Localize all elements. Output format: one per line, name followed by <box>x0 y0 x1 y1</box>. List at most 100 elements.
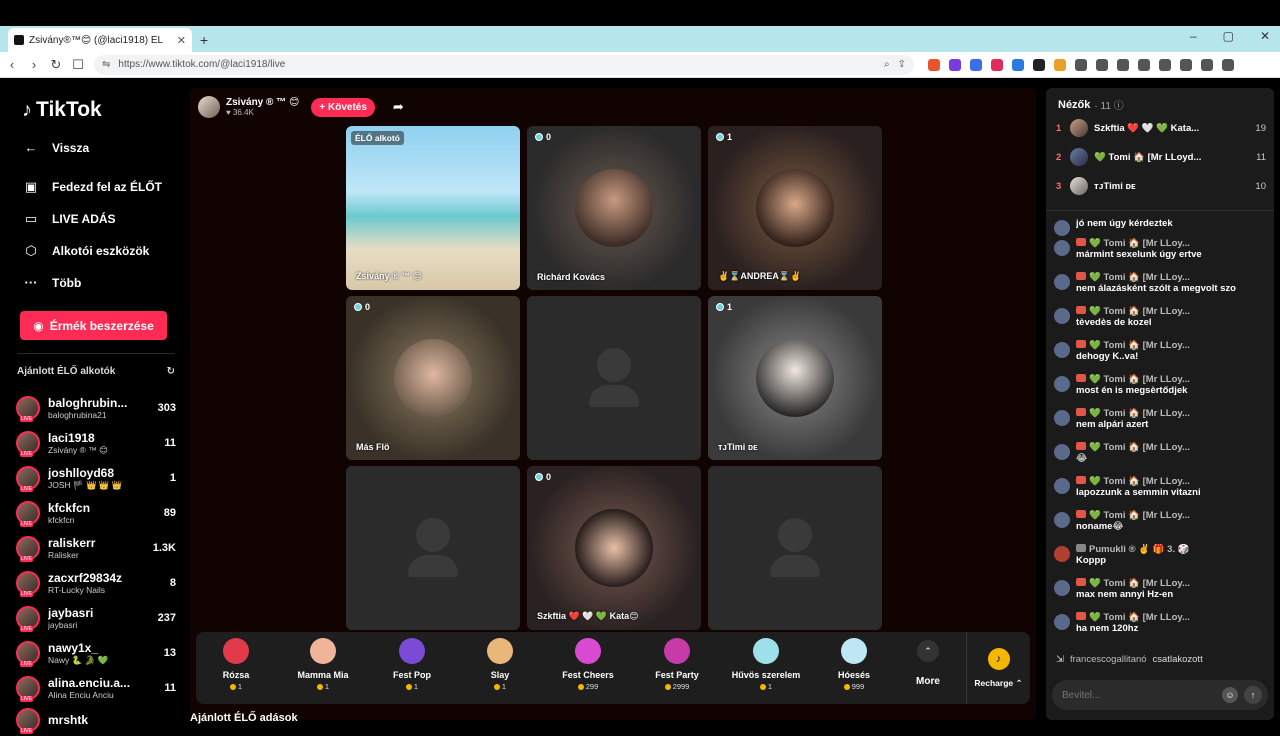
get-coins-button[interactable]: ◉ Érmék beszerzése <box>20 311 167 340</box>
extension-orange-icon[interactable] <box>1054 58 1066 71</box>
refresh-icon[interactable]: ↻ <box>167 366 175 377</box>
viewer-count[interactable]: · 11 ⓘ <box>1094 97 1123 112</box>
nav-explore-live[interactable]: ▣ Fedezd fel az ÉLŐT <box>22 179 162 195</box>
recommended-creator[interactable]: kfckfcnkfckfcn 89 <box>16 497 176 529</box>
tiktok-logo[interactable]: ♪ TikTok <box>22 98 102 122</box>
recommended-creator[interactable]: raliskerrRalisker 1.3K <box>16 532 176 564</box>
message-user[interactable]: 💚 Tomi 🏠 [Mr LLoy... <box>1076 340 1190 351</box>
recommended-creator[interactable]: mrshtk <box>16 704 176 736</box>
brave-shield-icon[interactable] <box>928 58 940 71</box>
emoji-icon[interactable]: ☺ <box>1222 687 1238 703</box>
guest-tile[interactable]: 1 ✌️⌛ANDREA⌛✌️ <box>708 126 882 290</box>
media-icon[interactable] <box>1117 58 1129 71</box>
level-badge-icon <box>1076 510 1086 518</box>
wallet-icon[interactable] <box>1159 58 1171 71</box>
gift-fest-party[interactable]: Fest Party 2999 <box>639 638 715 691</box>
message-user[interactable]: 💚 Tomi 🏠 [Mr LLoy... <box>1076 408 1190 419</box>
gift-rose[interactable]: Rózsa 1 <box>198 638 274 691</box>
guest-tile-host[interactable]: ÉLŐ alkotó Zsivány ® ™ 😊 <box>346 126 520 290</box>
recommended-creator[interactable]: laci1918Zsivány ® ™ 😊 11 <box>16 427 176 459</box>
message-user[interactable]: 💚 Tomi 🏠 [Mr LLoy... <box>1076 238 1202 249</box>
follow-button[interactable]: + Követés <box>311 97 375 117</box>
screenshot-icon[interactable] <box>1096 58 1108 71</box>
recommended-creator[interactable]: nawy1x_Nawy 🐍 🐊 💚 13 <box>16 637 176 669</box>
recommended-creator[interactable]: alina.enciu.a...Alina Enciu Anciu 11 <box>16 672 176 704</box>
maximize-button[interactable]: ▢ <box>1223 29 1234 43</box>
top-viewer[interactable]: 2 💚 Tomi 🏠 [Mr LLoyd... 11 <box>1056 147 1266 167</box>
empty-seat[interactable] <box>346 466 520 630</box>
nav-back[interactable]: ← Vissza <box>22 140 90 155</box>
recommended-creator[interactable]: zacxrf29834zRT-Lucky Nails 8 <box>16 567 176 599</box>
address-bar[interactable]: ⇋ https://www.tiktok.com/@laci1918/live … <box>94 54 914 75</box>
extensions-puzzle-icon[interactable] <box>1075 58 1087 71</box>
extension-dark-icon[interactable] <box>1033 58 1045 71</box>
message-user[interactable]: 💚 Tomi 🏠 [Mr LLoy... <box>1076 442 1190 453</box>
message-user[interactable]: 💚 Tomi 🏠 [Mr LLoy... <box>1076 476 1201 487</box>
top-viewer[interactable]: 1 Szkftia ❤️ 🤍 💚 Kata... 19 <box>1056 118 1266 138</box>
menu-icon[interactable] <box>1222 58 1234 71</box>
reload-icon[interactable]: ↻ <box>46 57 66 73</box>
close-window-button[interactable]: ✕ <box>1260 29 1270 43</box>
nav-more[interactable]: ··· Több <box>22 275 82 290</box>
message-user[interactable]: 💚 Tomi 🏠 [Mr LLoy... <box>1076 374 1190 385</box>
share-icon[interactable]: ➦ <box>393 99 404 115</box>
joined-user[interactable]: francescogallitanó <box>1070 654 1147 665</box>
avatar <box>16 676 40 702</box>
back-arrow-icon[interactable]: ‹ <box>2 57 22 72</box>
gift-hoeses[interactable]: Hóesés 999 <box>816 638 892 691</box>
guest-tile[interactable]: 0 Más Flö <box>346 296 520 460</box>
recommended-title: Ajánlott ÉLŐ alkotók <box>17 366 116 377</box>
gift-fest-cheers[interactable]: Fest Cheers 299 <box>550 638 626 691</box>
tab-close-icon[interactable]: ✕ <box>177 34 186 47</box>
avatar <box>1054 444 1070 460</box>
nav-creator-tools[interactable]: ⬡ Alkotói eszközök <box>22 243 149 259</box>
zoom-icon[interactable]: ⌕ <box>884 59 890 70</box>
divider <box>17 353 175 354</box>
message-user[interactable]: 💚 Tomi 🏠 [Mr LLoy... <box>1076 306 1190 317</box>
message-user[interactable]: 💚 Tomi 🏠 [Mr LLoy... <box>1076 272 1236 283</box>
nav-go-live[interactable]: ▭ LIVE ADÁS <box>22 211 116 227</box>
hls-extension-icon[interactable] <box>1012 58 1024 71</box>
forward-arrow-icon[interactable]: › <box>24 57 44 72</box>
message-text: Koppp <box>1076 555 1107 566</box>
recharge-button[interactable]: ♪ Recharge ⌃ <box>966 632 1030 704</box>
gift-price-value: 1 <box>501 682 507 691</box>
new-tab-button[interactable]: + <box>200 28 208 52</box>
gift-fest-pop[interactable]: Fest Pop 1 <box>374 638 450 691</box>
rewards-icon[interactable] <box>949 58 961 71</box>
message-user[interactable]: 💚 Tomi 🏠 [Mr LLoy... <box>1076 612 1190 623</box>
send-icon[interactable]: ↑ <box>1244 686 1262 704</box>
message-user[interactable]: 💚 Tomi 🏠 [Mr LLoy... <box>1076 578 1190 589</box>
vpn-icon[interactable] <box>1180 58 1192 71</box>
guest-tile[interactable]: 1 ᴛᴊTimi ᴅᴇ <box>708 296 882 460</box>
recommended-creator[interactable]: jaybasrijaybasri 237 <box>16 602 176 634</box>
share-page-icon[interactable]: ⇪ <box>898 59 906 70</box>
empty-seat[interactable] <box>527 296 701 460</box>
message-user[interactable]: 💚 Tomi 🏠 [Mr LLoy... <box>1076 510 1190 521</box>
profile-icon[interactable] <box>1201 58 1213 71</box>
gift-slay[interactable]: Slay 1 <box>462 638 538 691</box>
empty-seat[interactable] <box>708 466 882 630</box>
translate-extension-icon[interactable] <box>970 58 982 71</box>
host-name[interactable]: Zsivány ® ™ 😊 <box>226 97 299 108</box>
guest-tile[interactable]: 0 Szkftia ❤️ 🤍 💚 Kata😊 <box>527 466 701 630</box>
coin-icon <box>577 683 584 690</box>
top-viewer[interactable]: 3 ᴛᴊTimi ᴅᴇ 10 <box>1056 176 1266 196</box>
gift-huvos-szerelem[interactable]: Hűvös szerelem 1 <box>728 638 804 691</box>
gift-mamma-mia[interactable]: Mamma Mia 1 <box>285 638 361 691</box>
host-avatar[interactable] <box>198 96 220 118</box>
guest-tile[interactable]: 0 Richárd Kovács <box>527 126 701 290</box>
viewer-rank: 3 <box>1056 180 1062 192</box>
more-gifts-button[interactable]: ⌃ More <box>908 640 948 687</box>
bookmark-icon[interactable]: ☐ <box>68 57 88 73</box>
browser-tab[interactable]: Zsivány®™😊 (@laci1918) ÉL ✕ <box>8 28 192 52</box>
minimize-button[interactable]: – <box>1190 29 1197 43</box>
message-user[interactable]: Pumukli ® ✌️ 🎁 3. 🎲 <box>1076 544 1190 555</box>
recommended-creator[interactable]: joshlloyd68JOSH 🏴 👑 👑 👑 1 <box>16 462 176 494</box>
viewer-count: 89 <box>163 507 176 519</box>
chat-input[interactable] <box>1062 689 1222 701</box>
recommended-creator[interactable]: baloghrubin...baloghrubina21 303 <box>16 392 176 424</box>
extension-k-icon[interactable] <box>991 58 1003 71</box>
sidebar-toggle-icon[interactable] <box>1138 58 1150 71</box>
site-info-icon[interactable]: ⇋ <box>102 59 110 70</box>
